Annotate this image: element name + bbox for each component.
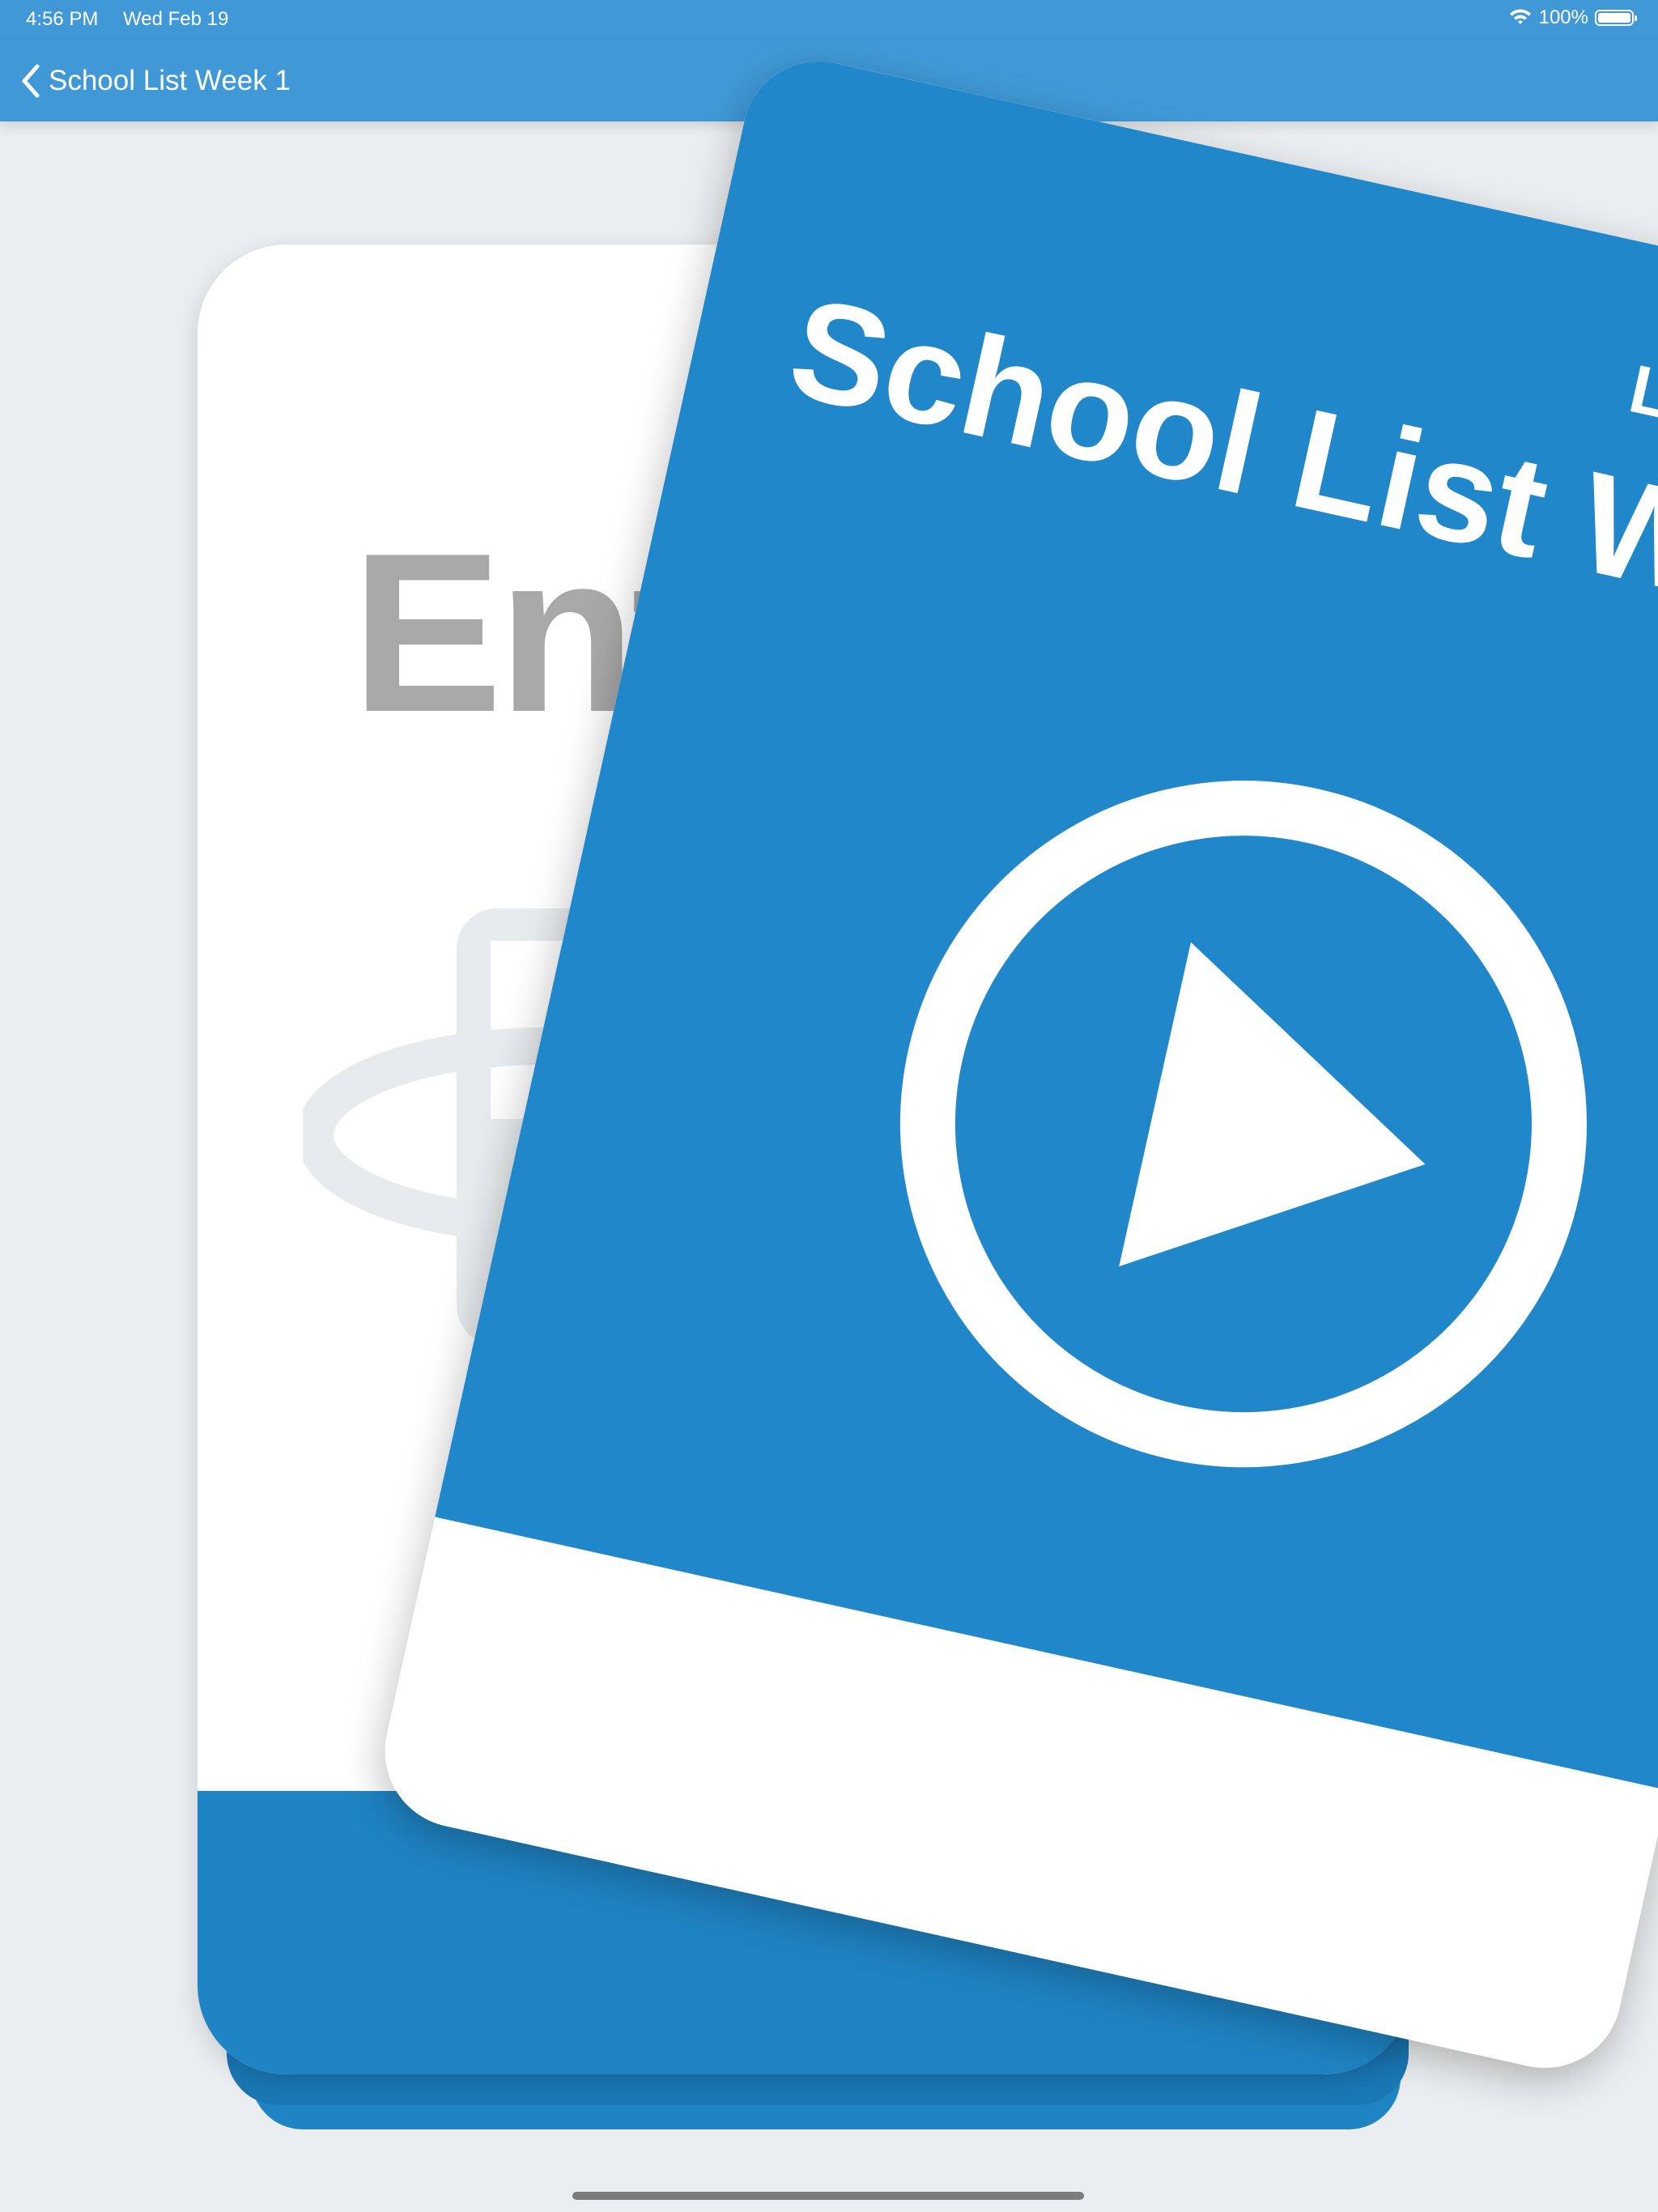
battery-fill [1598,13,1630,23]
status-indicators: 100% [1508,6,1637,29]
status-bar: 4:56 PM Wed Feb 19 100% [0,0,1658,40]
wifi-icon [1509,9,1531,24]
back-button-label: School List Week 1 [49,65,291,96]
back-button[interactable]: School List Week 1 [19,58,291,104]
card-type-label: List [1622,350,1658,451]
status-time: 4:56 PM [26,8,99,30]
card-title: School List Week 1 [776,267,1658,704]
chevron-left-icon [22,64,40,98]
status-date: Wed Feb 19 [123,8,229,30]
battery-percent: 100% [1538,6,1588,28]
home-indicator[interactable] [572,2192,1084,2200]
battery-icon [1595,10,1637,26]
play-icon[interactable] [828,708,1658,1539]
